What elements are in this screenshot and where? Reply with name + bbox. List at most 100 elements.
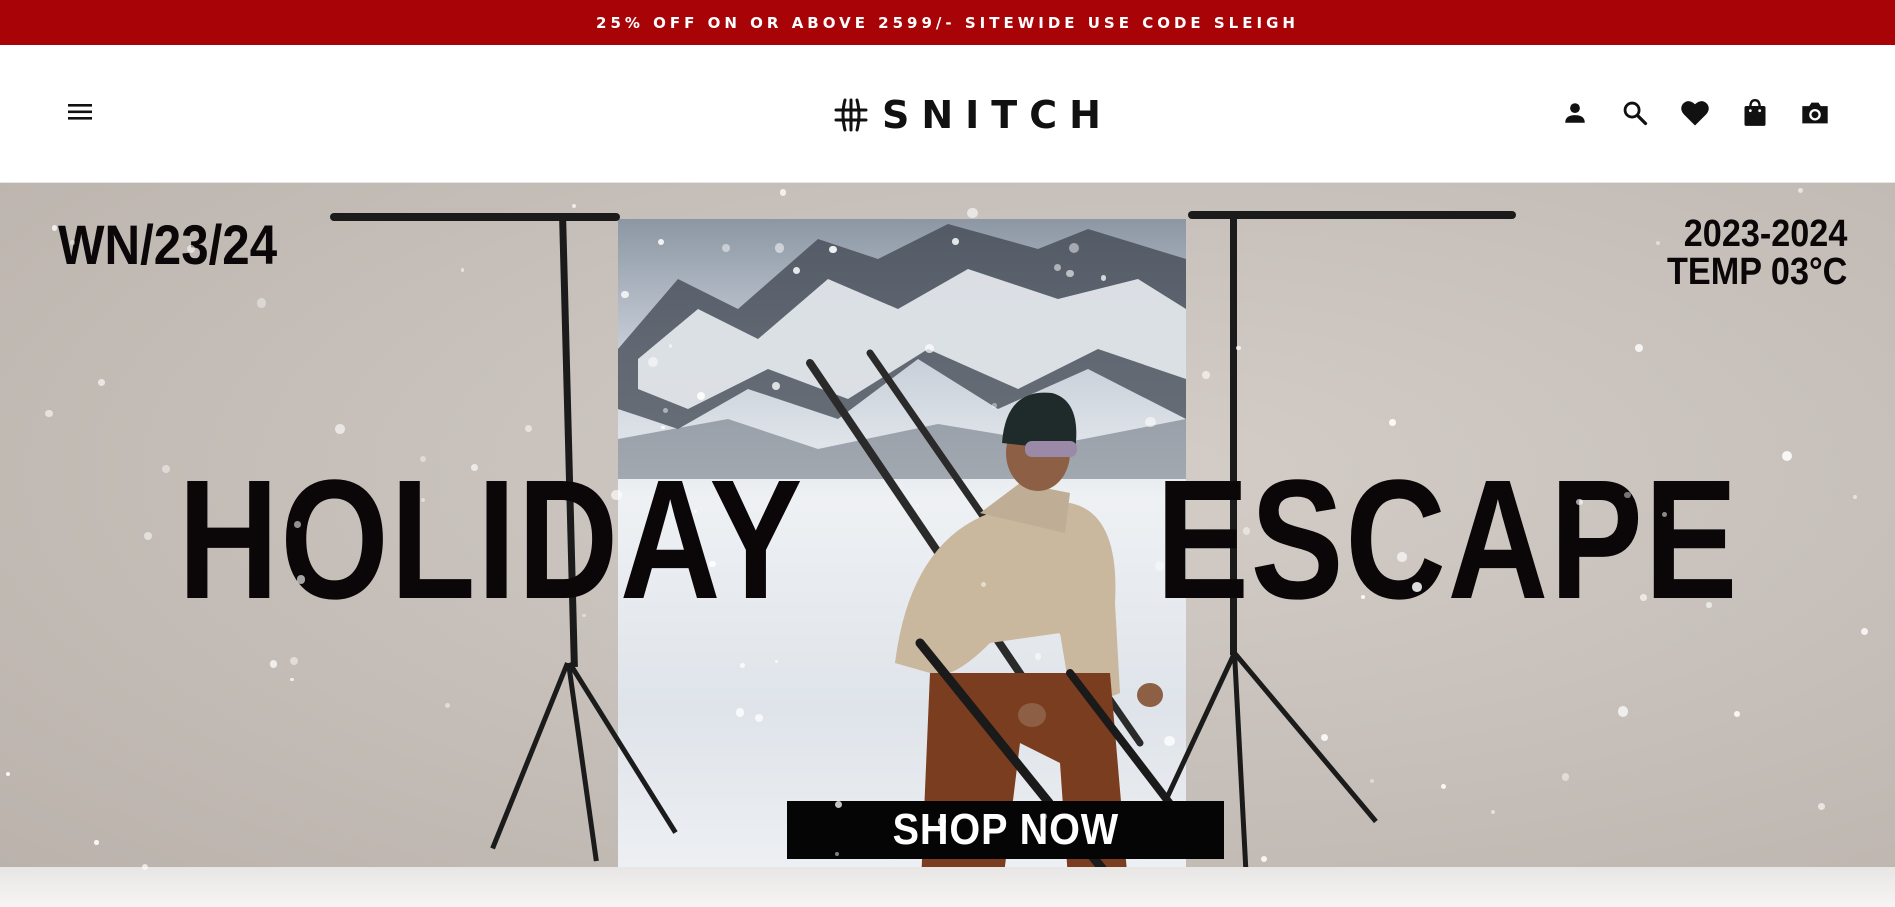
snowflake [774,243,785,253]
hero-banner[interactable]: WN/23/24 2023-2024 TEMP 03°C HOLIDAY ESC… [0,183,1895,907]
snowflake [829,245,837,254]
snowflake [1361,594,1366,599]
snowflake [658,238,664,245]
snowflake [45,409,53,417]
snowflake [1034,653,1041,660]
snowflake [1706,602,1712,608]
snowflake [1040,813,1047,820]
snowflake [1164,736,1175,747]
snowflake [335,423,345,434]
snowflake [647,356,658,367]
snowflake [1154,561,1165,571]
shopping-bag-icon[interactable] [1739,97,1771,129]
site-header: SNITCH [0,45,1895,183]
snowflake [967,207,978,219]
snowflake [1634,343,1644,353]
snowflake [269,660,278,668]
snowflake [1861,627,1869,635]
search-icon[interactable] [1619,97,1651,129]
logo-mark-icon [834,98,868,132]
headline-right: ESCAPE [1156,445,1740,635]
snow-floor [0,867,1895,907]
snowflake [290,677,294,682]
snowflake [296,575,306,584]
snowflake [992,403,997,409]
snowflake [1852,494,1858,500]
snowflake [1066,269,1074,278]
camera-icon[interactable] [1799,97,1831,129]
snowflake [186,244,195,253]
snowflake [661,425,665,430]
user-icon[interactable] [1559,97,1591,129]
snowflake [663,407,669,413]
right-stand-leg [1232,652,1249,873]
snowflake [289,656,298,666]
snowflake [571,203,577,209]
snowflake [834,800,842,808]
snowflake [51,225,58,232]
snowflake [1397,552,1407,562]
snowflake [582,613,586,617]
brand-logo[interactable]: SNITCH [834,93,1113,137]
snowflake [70,240,75,245]
snowflake [951,237,959,245]
snowflake [1260,855,1268,863]
snowflake [915,503,919,507]
snowflake [143,531,153,541]
snowflake [97,378,105,386]
snowflake [621,290,629,298]
promo-banner: 25% OFF ON OR ABOVE 2599/- SITEWIDE USE … [0,0,1895,45]
season-code: WN/23/24 [58,213,278,276]
snowflake [1576,498,1583,505]
snowflake [1389,419,1396,427]
snowflake [256,298,267,308]
shop-now-button[interactable]: SHOP NOW [787,801,1224,859]
right-stand-bar [1188,211,1516,219]
snowflake [524,424,532,432]
menu-icon[interactable] [68,102,102,128]
season-info: 2023-2024 TEMP 03°C [1667,215,1847,291]
brand-name: SNITCH [882,93,1113,137]
snowflake [925,343,934,353]
snowflake [1818,803,1825,810]
snowflake [94,840,99,845]
promo-text: 25% OFF ON OR ABOVE 2599/- SITEWIDE USE … [596,13,1299,32]
snowflake [1656,241,1661,245]
season-temp: TEMP 03°C [1666,251,1847,293]
headline-left: HOLIDAY [178,445,804,635]
snowflake [294,521,302,528]
snowflake [1798,187,1804,194]
snowflake [696,392,705,401]
snowflake [1054,263,1062,271]
snowflake [1441,783,1447,790]
snowflake [937,817,947,826]
header-actions [1559,97,1831,129]
snowflake [5,772,10,777]
snowflake [1068,242,1079,253]
snowflake [1145,416,1156,428]
snowflake [739,663,745,668]
snowflake [735,708,745,717]
snowflake [461,268,465,272]
snowflake [981,581,987,587]
snowflake [1242,526,1251,535]
shop-now-label: SHOP NOW [892,805,1119,854]
left-stand-bar [330,213,620,221]
snowflake [779,188,787,196]
snowflake [1321,734,1329,742]
snowflake [1617,706,1628,717]
snowflake [1491,810,1496,815]
snowflake [772,382,781,390]
snowflake [444,703,451,709]
snowflake [1782,450,1793,461]
snowflake [1100,275,1106,281]
snowflake [1369,778,1374,783]
snowflake [1236,345,1241,351]
right-stand-leg [1232,651,1378,824]
snowflake [1734,710,1741,717]
heart-icon[interactable] [1679,97,1711,129]
snowflake [1411,582,1422,592]
snowflake [1561,773,1570,781]
left-stand-leg [490,662,570,850]
season-year: 2023-2024 [1683,213,1847,255]
